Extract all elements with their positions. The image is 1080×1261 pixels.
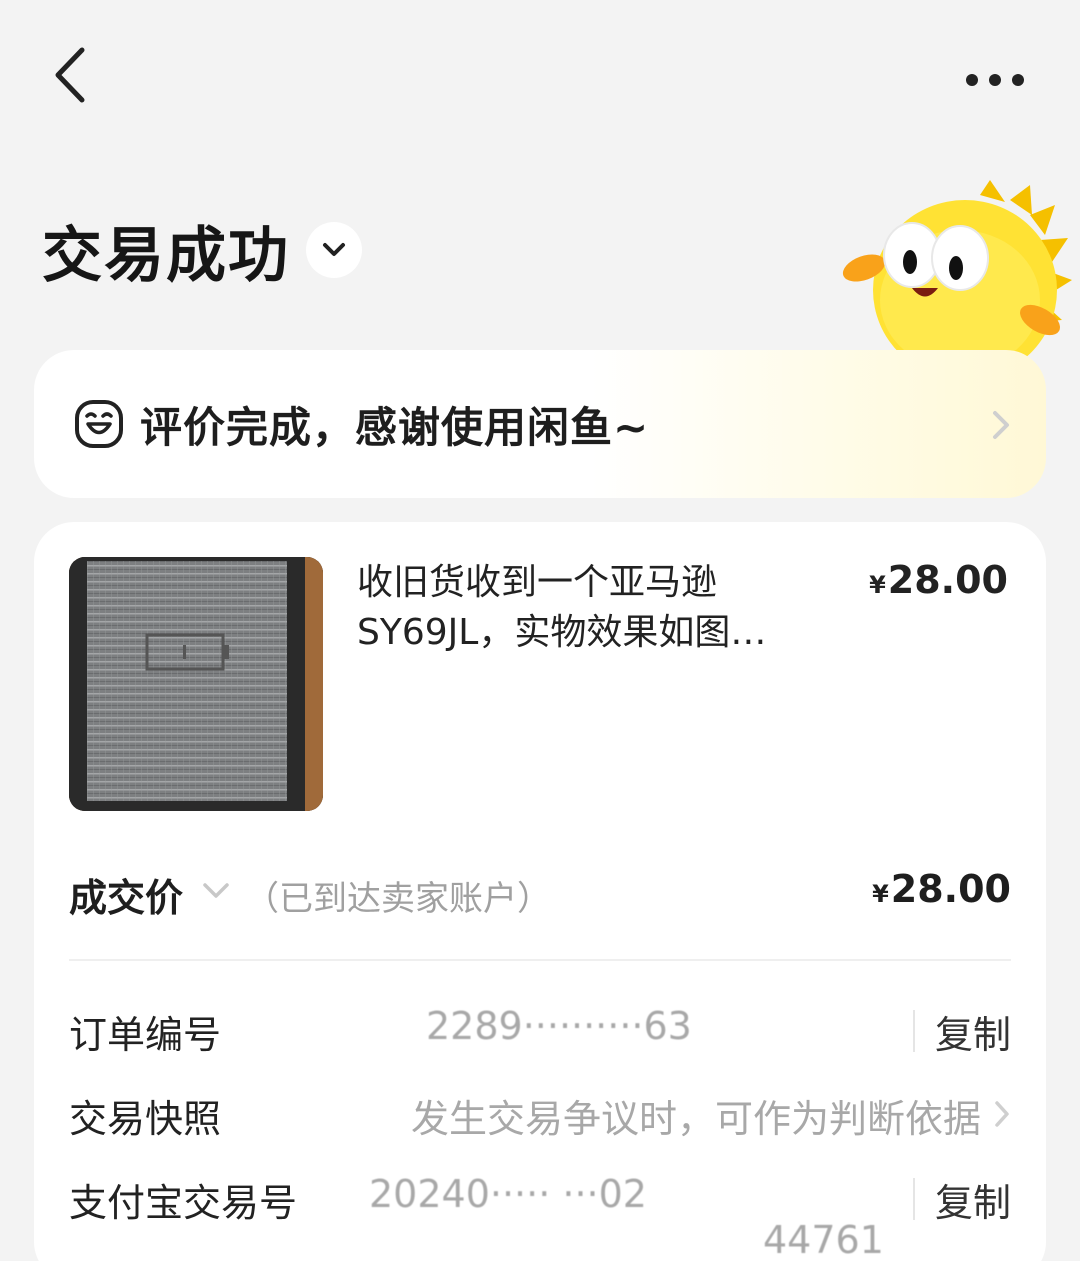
- currency-symbol: ¥: [869, 571, 886, 599]
- order-detail-card: 收旧货收到一个亚马逊 SY69JL，实物效果如图… ¥28.00 成交价 （已到…: [34, 522, 1046, 1261]
- alipay-transaction-row: 支付宝交易号 20240····· ···02 44761 复制: [69, 1168, 1011, 1261]
- alipay-transaction-value-line1: 20240····· ···02: [369, 1172, 647, 1216]
- happy-face-icon: [75, 400, 123, 448]
- alipay-transaction-value-line2: 44761: [763, 1218, 884, 1261]
- mascot-fish-image: [840, 180, 1080, 380]
- deal-price-label: 成交价: [69, 876, 184, 920]
- deal-price-row[interactable]: 成交价 （已到达卖家账户） ¥28.00: [69, 857, 1011, 927]
- snapshot-row[interactable]: 交易快照 发生交易争议时，可作为判断依据: [69, 1084, 1011, 1144]
- product-price-value: 28.00: [887, 558, 1008, 602]
- deal-price-amount: 28.00: [890, 867, 1011, 911]
- chevron-right-icon: [995, 1101, 1009, 1127]
- status-title: 交易成功: [42, 220, 290, 291]
- divider: [69, 959, 1011, 961]
- alipay-transaction-label: 支付宝交易号: [69, 1181, 298, 1225]
- copy-alipay-number-button[interactable]: 复制: [935, 1172, 1011, 1227]
- order-number-row: 订单编号 2289··········63 复制: [69, 1000, 1011, 1060]
- product-title-line1: 收旧货收到一个亚马逊: [357, 562, 718, 603]
- chevron-right-icon: [993, 411, 1009, 439]
- chevron-left-icon: [55, 47, 85, 103]
- deal-price-value: ¥28.00: [872, 867, 1011, 911]
- product-title-line2: SY69JL，实物效果如图…: [357, 612, 767, 653]
- top-bar: [0, 0, 1080, 150]
- more-options-button[interactable]: [960, 60, 1030, 100]
- separator: [913, 1010, 915, 1052]
- product-price: ¥28.00: [869, 558, 1008, 602]
- review-banner-text: 评价完成，感谢使用闲鱼~: [140, 402, 650, 452]
- currency-symbol: ¥: [872, 880, 889, 908]
- back-button[interactable]: [44, 40, 104, 110]
- order-number-label: 订单编号: [69, 1013, 222, 1057]
- separator: [913, 1178, 915, 1220]
- product-image[interactable]: [69, 557, 323, 811]
- snapshot-label: 交易快照: [69, 1097, 222, 1141]
- chevron-down-icon: [203, 883, 229, 898]
- deal-price-note: （已到达卖家账户）: [245, 879, 551, 919]
- status-expand-button[interactable]: [306, 222, 362, 278]
- snapshot-hint: 发生交易争议时，可作为判断依据: [410, 1097, 981, 1141]
- review-complete-banner[interactable]: 评价完成，感谢使用闲鱼~: [34, 350, 1046, 498]
- chevron-down-icon: [323, 243, 345, 256]
- order-number-value: 2289··········63: [426, 1004, 692, 1048]
- copy-order-number-button[interactable]: 复制: [935, 1004, 1011, 1059]
- product-title[interactable]: 收旧货收到一个亚马逊 SY69JL，实物效果如图…: [357, 558, 837, 658]
- order-status: 交易成功: [42, 205, 362, 295]
- more-dots-icon: [966, 74, 1024, 86]
